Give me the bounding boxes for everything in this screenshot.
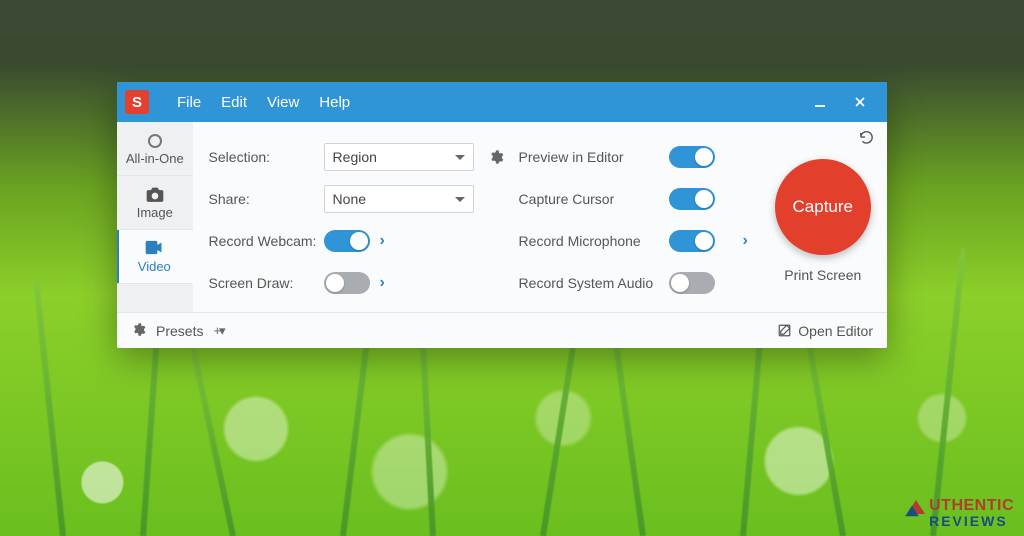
capture-cursor-label: Capture Cursor: [519, 191, 669, 207]
share-label: Share:: [209, 191, 324, 207]
tab-label: Image: [137, 205, 173, 220]
presets-gear-icon[interactable]: [131, 322, 146, 340]
watermark-line2: REVIEWS: [929, 514, 1008, 528]
tab-video[interactable]: Video: [117, 230, 193, 284]
open-editor-button[interactable]: Open Editor: [777, 323, 873, 339]
tab-image[interactable]: Image: [117, 176, 193, 230]
record-webcam-toggle[interactable]: [324, 230, 370, 252]
open-editor-label: Open Editor: [798, 323, 873, 339]
watermark-logo-icon: [907, 498, 925, 514]
menu-view[interactable]: View: [259, 90, 307, 115]
watermark-line1: UTHENTIC: [929, 498, 1014, 514]
target-icon: [148, 134, 162, 148]
menu-help[interactable]: Help: [311, 90, 358, 115]
preview-editor-label: Preview in Editor: [519, 149, 669, 165]
chevron-down-icon: [455, 191, 465, 207]
window-body: All-in-One Image Video Selection: Region: [117, 122, 887, 312]
preview-editor-toggle[interactable]: [669, 146, 715, 168]
selection-settings-button[interactable]: [474, 149, 519, 165]
footer: Presets +▾ Open Editor: [117, 312, 887, 348]
record-system-audio-toggle[interactable]: [669, 272, 715, 294]
record-microphone-toggle[interactable]: [669, 230, 715, 252]
record-webcam-options-button[interactable]: ›: [376, 232, 385, 250]
screen-draw-options-button[interactable]: ›: [376, 274, 385, 292]
menu-edit[interactable]: Edit: [213, 90, 255, 115]
selection-dropdown[interactable]: Region: [324, 143, 474, 171]
presets-button[interactable]: Presets: [156, 323, 203, 339]
settings-panel: Selection: Region Preview in Editor Shar…: [193, 122, 769, 312]
app-window: S File Edit View Help All-in-One I: [117, 82, 887, 348]
video-icon: [144, 240, 164, 256]
undo-button[interactable]: [858, 130, 875, 150]
tab-label: Video: [138, 259, 171, 274]
capture-shortcut-label: Print Screen: [784, 267, 861, 283]
capture-button[interactable]: Capture: [775, 159, 871, 255]
record-microphone-label: Record Microphone: [519, 233, 669, 249]
screen-draw-toggle[interactable]: [324, 272, 370, 294]
capture-button-label: Capture: [793, 197, 853, 217]
menubar: File Edit View Help: [169, 90, 358, 115]
minimize-button[interactable]: [803, 88, 837, 116]
mode-tabs: All-in-One Image Video: [117, 122, 193, 312]
chevron-down-icon: [455, 149, 465, 165]
screen-draw-label: Screen Draw:: [209, 275, 324, 291]
titlebar[interactable]: S File Edit View Help: [117, 82, 887, 122]
record-system-audio-label: Record System Audio: [519, 275, 669, 291]
selection-value: Region: [333, 149, 377, 165]
share-dropdown[interactable]: None: [324, 185, 474, 213]
camera-icon: [145, 186, 165, 202]
close-button[interactable]: [843, 88, 877, 116]
tab-all-in-one[interactable]: All-in-One: [117, 122, 193, 176]
capture-cursor-toggle[interactable]: [669, 188, 715, 210]
record-webcam-label: Record Webcam:: [209, 233, 324, 249]
capture-panel: Capture Print Screen: [769, 122, 887, 312]
add-preset-button[interactable]: +▾: [213, 323, 223, 339]
tab-label: All-in-One: [126, 151, 184, 166]
share-value: None: [333, 191, 366, 207]
menu-file[interactable]: File: [169, 90, 209, 115]
selection-label: Selection:: [209, 149, 324, 165]
record-microphone-options-button[interactable]: ›: [739, 232, 748, 249]
watermark: UTHENTIC REVIEWS: [907, 498, 1014, 528]
app-logo-icon: S: [125, 90, 149, 114]
